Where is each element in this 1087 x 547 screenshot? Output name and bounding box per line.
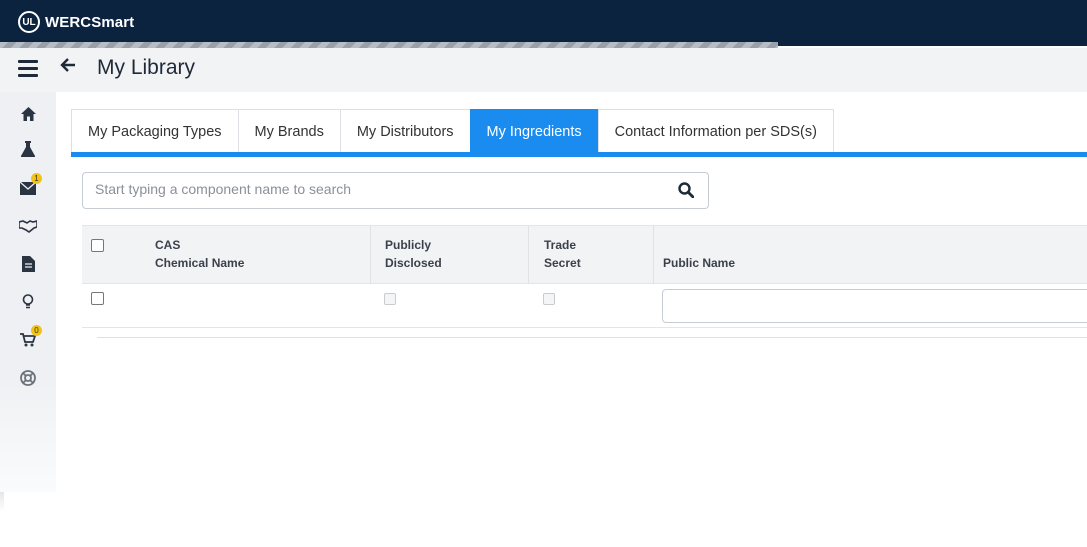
home-icon[interactable]	[18, 104, 38, 124]
app-name: WERCSmart	[45, 13, 135, 31]
tab-underline	[71, 152, 1087, 157]
column-divider	[653, 226, 654, 284]
component-search	[82, 172, 709, 209]
tab-contact-information-per-sds[interactable]: Contact Information per SDS(s)	[597, 109, 834, 153]
row-select-checkbox[interactable]	[91, 292, 104, 305]
document-icon[interactable]	[18, 254, 38, 274]
column-divider	[370, 226, 371, 284]
disclosed-header-label: Disclosed	[385, 256, 442, 270]
trade-header-label: Trade	[544, 238, 577, 252]
publicly-disclosed-column-header[interactable]: Publicly Disclosed	[385, 236, 442, 272]
publicly-header-label: Publicly	[385, 238, 432, 252]
column-divider	[528, 226, 529, 284]
search-input[interactable]	[95, 181, 665, 197]
cart-badge: 0	[31, 325, 42, 336]
secret-header-label: Secret	[544, 256, 581, 270]
ingredients-table-header: CAS Chemical Name Publicly Disclosed Tra…	[82, 225, 1087, 284]
tab-my-ingredients[interactable]: My Ingredients	[469, 109, 599, 153]
select-all-checkbox[interactable]	[91, 239, 104, 252]
public-name-column-header[interactable]: Public Name	[663, 254, 735, 272]
hamburger-menu-icon[interactable]	[18, 60, 38, 77]
trade-secret-column-header[interactable]: Trade Secret	[544, 236, 581, 272]
publicly-disclosed-checkbox	[384, 293, 396, 305]
public-name-input[interactable]	[662, 289, 1087, 323]
page-header: My Library	[0, 48, 1087, 92]
table-row	[82, 284, 1087, 328]
mail-icon[interactable]: 1	[18, 173, 42, 198]
cas-column-header[interactable]: CAS Chemical Name	[155, 236, 244, 272]
lightbulb-icon[interactable]	[18, 292, 38, 312]
handshake-icon[interactable]	[18, 216, 38, 236]
flask-icon[interactable]	[18, 139, 38, 159]
lifebuoy-icon[interactable]	[18, 368, 38, 388]
ul-logo: UL	[18, 11, 40, 33]
back-arrow-icon[interactable]	[60, 56, 76, 79]
top-bar: UL WERCSmart	[0, 0, 1087, 48]
cart-icon[interactable]: 0	[18, 325, 42, 350]
sidebar: 1 0	[0, 92, 56, 492]
chemical-name-header-label: Chemical Name	[155, 256, 245, 270]
tab-my-packaging-types[interactable]: My Packaging Types	[71, 109, 239, 153]
cas-header-label: CAS	[155, 238, 181, 252]
page-title: My Library	[97, 56, 196, 79]
tab-my-distributors[interactable]: My Distributors	[339, 109, 471, 153]
search-icon[interactable]	[678, 182, 696, 200]
trade-secret-checkbox	[543, 293, 555, 305]
tab-my-brands[interactable]: My Brands	[237, 109, 341, 153]
table-footer-divider	[97, 337, 1087, 338]
brand[interactable]: UL WERCSmart	[18, 11, 134, 33]
library-tabs: My Packaging Types My Brands My Distribu…	[71, 109, 834, 153]
mail-badge: 1	[31, 173, 42, 184]
